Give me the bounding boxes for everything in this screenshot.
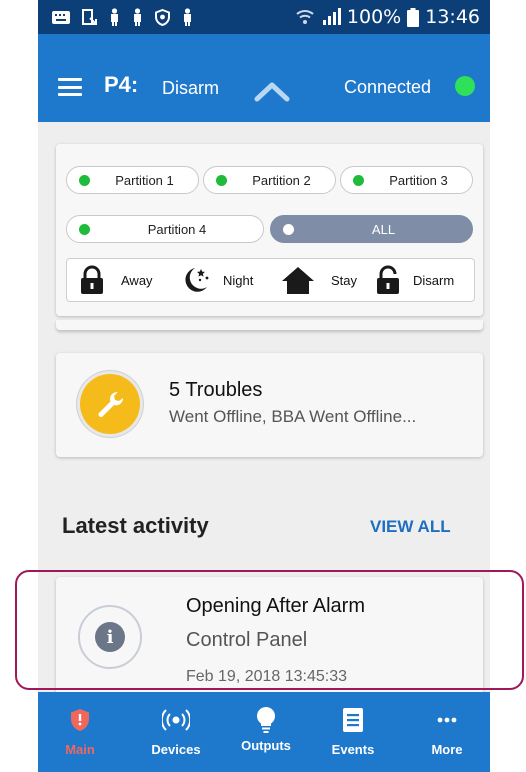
moon-stars-icon <box>185 268 209 292</box>
shield-icon <box>71 709 89 731</box>
status-bar: 100% 13:46 <box>38 0 490 34</box>
away-button[interactable]: Away <box>79 259 153 301</box>
nav-outputs[interactable]: Outputs <box>221 692 311 772</box>
status-dot <box>353 175 364 186</box>
partition-2-button[interactable]: Partition 2 <box>203 166 336 194</box>
section-title: Latest activity <box>62 513 209 538</box>
partition-1-button[interactable]: Partition 1 <box>66 166 199 194</box>
menu-icon[interactable] <box>58 78 82 96</box>
troubles-badge <box>80 374 140 434</box>
nav-label: Devices <box>151 742 201 757</box>
person-icon <box>184 8 191 26</box>
partition-card: Partition 1 Partition 2 Partition 3 Part… <box>56 144 483 316</box>
card-edge <box>56 320 483 330</box>
nav-label: Main <box>65 742 95 757</box>
battery-percent: 100% <box>346 6 402 28</box>
view-all-link[interactable]: VIEW ALL <box>370 517 451 537</box>
nav-events[interactable]: Events <box>308 692 398 772</box>
screenshot-icon <box>82 9 97 25</box>
partition-3-button[interactable]: Partition 3 <box>340 166 473 194</box>
more-icon <box>437 717 457 723</box>
nav-label: Events <box>331 742 375 757</box>
wrench-icon <box>98 392 124 417</box>
keyboard-icon <box>52 10 70 24</box>
bottom-navigation: Main Devices Outputs Events More <box>38 692 490 772</box>
home-icon <box>282 267 314 294</box>
troubles-detail: Went Offline, BBA Went Offline... <box>169 407 417 426</box>
partition-mode[interactable]: Disarm <box>162 78 219 99</box>
partition-4-button[interactable]: Partition 4 <box>66 215 264 243</box>
connection-indicator <box>455 76 475 96</box>
nav-label: More <box>431 742 463 757</box>
mode-label: Night <box>223 272 254 288</box>
app-bar: P4: Disarm Connected <box>38 34 490 122</box>
wifi-icon <box>296 10 314 24</box>
partition-label: ALL <box>371 221 396 237</box>
troubles-card[interactable]: 5 Troubles Went Offline, BBA Went Offlin… <box>56 353 483 457</box>
disarm-button[interactable]: Disarm <box>375 259 454 301</box>
connection-status: Connected <box>344 77 432 97</box>
unlock-icon <box>377 265 399 294</box>
clock: 13:46 <box>425 6 480 28</box>
bulb-icon <box>256 706 276 733</box>
shield-status-icon <box>155 8 170 26</box>
status-dot <box>283 224 294 235</box>
nav-label: Outputs <box>241 738 291 753</box>
nav-main[interactable]: Main <box>38 692 125 772</box>
arming-mode-bar: Away Night Stay Disarm <box>66 258 475 302</box>
status-dot <box>79 224 90 235</box>
night-button[interactable]: Night <box>181 259 253 301</box>
partition-label: Partition 4 <box>147 221 207 237</box>
nav-devices[interactable]: Devices <box>131 692 221 772</box>
nav-more[interactable]: More <box>402 692 490 772</box>
person-icon <box>111 8 118 26</box>
chevron-up-icon[interactable] <box>254 80 290 102</box>
sensor-icon <box>162 709 190 731</box>
stay-button[interactable]: Stay <box>281 259 357 301</box>
battery-icon <box>407 7 420 27</box>
partition-all-button[interactable]: ALL <box>270 215 473 243</box>
signal-icon <box>322 8 341 25</box>
status-dot <box>79 175 90 186</box>
partition-label[interactable]: P4: <box>104 72 138 98</box>
highlight-frame <box>15 570 524 690</box>
mode-label: Disarm <box>413 272 455 288</box>
mode-label: Away <box>121 272 153 288</box>
troubles-title: 5 Troubles <box>169 379 263 401</box>
list-icon <box>343 708 363 732</box>
person-icon <box>134 8 141 26</box>
status-dot <box>216 175 227 186</box>
mode-label: Stay <box>331 272 358 288</box>
lock-icon <box>81 265 103 294</box>
